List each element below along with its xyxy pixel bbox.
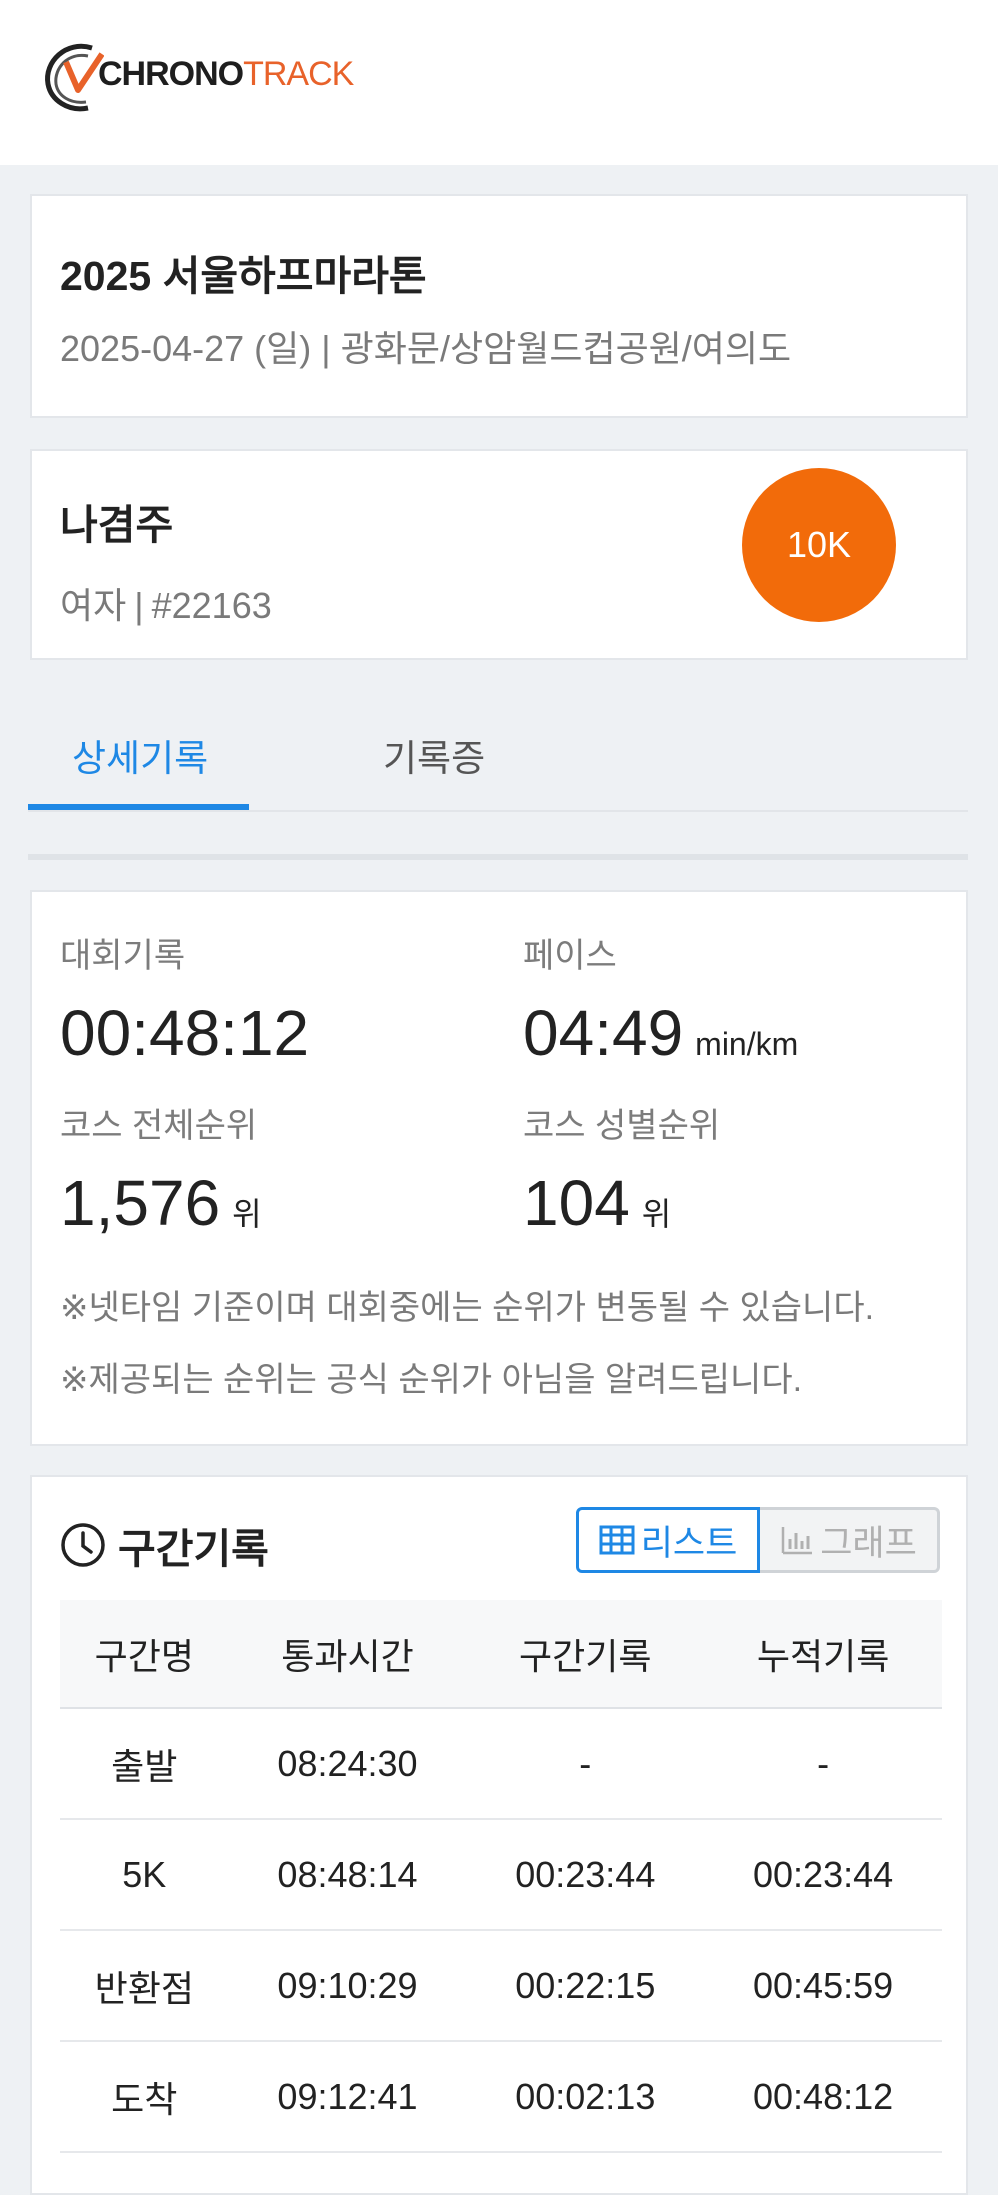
- clock-icon: [61, 1523, 105, 1567]
- split-record: 00:23:44: [466, 1819, 705, 1931]
- runner-name: 나겸주: [60, 502, 174, 548]
- event-title: 2025 서울하프마라톤: [60, 253, 427, 299]
- gender-rank-unit: 위: [641, 1196, 672, 1232]
- table-row: 5K 08:48:14 00:23:44 00:23:44: [60, 1819, 942, 1931]
- view-toggle: 리스트 그래프: [576, 1507, 940, 1573]
- cumulative-record: 00:23:44: [704, 1819, 942, 1931]
- overall-rank-value: 1,576: [60, 1167, 221, 1239]
- event-date-location: 2025-04-27 (일) | 광화문/상암월드컵공원/여의도: [60, 328, 792, 369]
- record-tabs: 상세기록 기록증: [28, 690, 968, 812]
- net-time-note: ※넷타임 기준이며 대회중에는 순위가 변동될 수 있습니다.: [60, 1289, 875, 1327]
- runner-bib: #22163: [151, 585, 272, 626]
- chronotrack-logo[interactable]: CHRONOTRACK: [42, 32, 354, 116]
- pace-value: 04:49: [523, 997, 684, 1069]
- col-split-record: 구간기록: [466, 1600, 705, 1709]
- record-label: 대회기록: [60, 937, 186, 975]
- col-cumulative-record: 누적기록: [704, 1600, 942, 1709]
- pass-time: 08:24:30: [228, 1708, 467, 1820]
- runner-details: 여자 | #22163: [60, 577, 272, 629]
- unofficial-rank-note: ※제공되는 순위는 공식 순위가 아님을 알려드립니다.: [60, 1361, 803, 1399]
- split-name: 반환점: [60, 1930, 229, 2042]
- graph-view-label: 그래프: [820, 1523, 917, 1563]
- app-header: CHRONOTRACK: [0, 0, 998, 165]
- split-record: 00:22:15: [466, 1930, 705, 2042]
- overall-rank-unit: 위: [232, 1196, 262, 1232]
- record-value: 00:48:12: [60, 997, 310, 1069]
- active-tab-indicator: [28, 804, 249, 810]
- pace-unit: min/km: [695, 1026, 799, 1062]
- table-row: 도착 09:12:41 00:02:13 00:48:12: [60, 2041, 942, 2153]
- overall-rank-label: 코스 전체순위: [60, 1107, 258, 1145]
- course-badge: 10K: [742, 468, 896, 622]
- runner-info-card: 나겸주 여자 | #22163 10K: [30, 449, 968, 660]
- pass-time: 09:12:41: [228, 2041, 467, 2153]
- pace: 04:49 min/km: [523, 996, 798, 1070]
- col-pass-time: 통과시간: [228, 1600, 467, 1709]
- chronotrack-logo-icon: [45, 43, 104, 112]
- split-table-header: 구간명 통과시간 구간기록 누적기록: [60, 1600, 942, 1709]
- col-split-name: 구간명: [60, 1600, 229, 1709]
- cumulative-record: 00:48:12: [704, 2041, 942, 2153]
- table-row: 반환점 09:10:29 00:22:15 00:45:59: [60, 1930, 942, 2042]
- list-view-label: 리스트: [640, 1523, 738, 1563]
- summary-card: 대회기록 00:48:12 페이스 04:49 min/km 코스 전체순위 1,…: [30, 890, 968, 1446]
- split-records-card: 구간기록 리스트 그래프 구간명 통과시간 구간기록 누적기록 출발 08:24…: [30, 1475, 968, 2195]
- pass-time: 08:48:14: [228, 1819, 467, 1931]
- gender-rank: 104 위: [523, 1166, 671, 1240]
- runner-gender: 여자: [60, 585, 127, 626]
- table-icon: [599, 1525, 635, 1555]
- event-info-card: 2025 서울하프마라톤 2025-04-27 (일) | 광화문/상암월드컵공…: [30, 194, 968, 418]
- gender-rank-value: 104: [523, 1167, 630, 1239]
- pass-time: 09:10:29: [228, 1930, 467, 2042]
- gender-rank-label: 코스 성별순위: [523, 1107, 721, 1145]
- runner-separator: |: [134, 585, 144, 626]
- tab-detail-record[interactable]: 상세기록: [72, 728, 208, 782]
- split-name: 5K: [60, 1819, 229, 1931]
- split-title: 구간기록: [60, 1515, 269, 1575]
- graph-view-button[interactable]: 그래프: [760, 1507, 940, 1573]
- table-row: 출발 08:24:30 - -: [60, 1708, 942, 1820]
- split-name: 출발: [60, 1708, 229, 1820]
- overall-rank: 1,576 위: [60, 1166, 262, 1240]
- split-record: -: [466, 1708, 705, 1820]
- cumulative-record: -: [704, 1708, 942, 1820]
- split-record: 00:02:13: [466, 2041, 705, 2153]
- split-table: 구간명 통과시간 구간기록 누적기록 출발 08:24:30 - - 5K 08…: [60, 1600, 942, 2153]
- bar-chart-icon: [781, 1527, 813, 1555]
- pace-label: 페이스: [523, 937, 617, 975]
- logo-wordmark: CHRONOTRACK: [98, 54, 354, 93]
- split-name: 도착: [60, 2041, 229, 2153]
- tab-certificate[interactable]: 기록증: [383, 728, 485, 782]
- split-title-text: 구간기록: [118, 1526, 269, 1572]
- cumulative-record: 00:45:59: [704, 1930, 942, 2042]
- section-divider: [28, 854, 968, 860]
- list-view-button[interactable]: 리스트: [576, 1507, 760, 1573]
